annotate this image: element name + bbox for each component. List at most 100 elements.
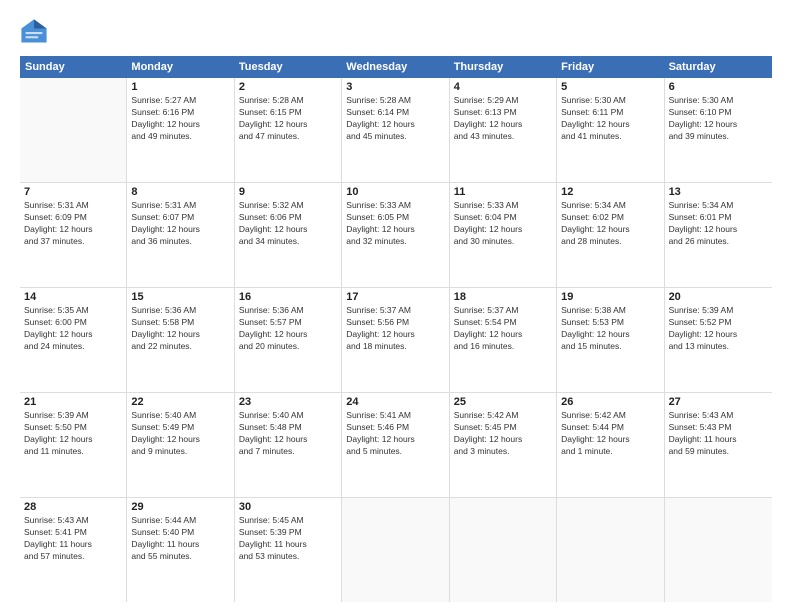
calendar-row-3: 21 Sunrise: 5:39 AM Sunset: 5:50 PM Dayli…	[20, 393, 772, 498]
day-info: Sunrise: 5:30 AM Sunset: 6:10 PM Dayligh…	[669, 95, 768, 143]
day-number: 7	[24, 186, 122, 198]
day-number: 18	[454, 291, 552, 303]
calendar-cell: 15 Sunrise: 5:36 AM Sunset: 5:58 PM Dayli…	[127, 288, 234, 392]
day-info: Sunrise: 5:34 AM Sunset: 6:01 PM Dayligh…	[669, 200, 768, 248]
calendar-cell: 8 Sunrise: 5:31 AM Sunset: 6:07 PM Daylig…	[127, 183, 234, 287]
header-tuesday: Tuesday	[235, 56, 342, 78]
day-info: Sunrise: 5:40 AM Sunset: 5:48 PM Dayligh…	[239, 410, 337, 458]
day-info: Sunrise: 5:36 AM Sunset: 5:57 PM Dayligh…	[239, 305, 337, 353]
day-info: Sunrise: 5:31 AM Sunset: 6:09 PM Dayligh…	[24, 200, 122, 248]
day-number: 29	[131, 501, 229, 513]
day-number: 10	[346, 186, 444, 198]
day-number: 26	[561, 396, 659, 408]
calendar-cell: 3Sunrise: 5:28 AM Sunset: 6:14 PM Daylig…	[342, 78, 449, 182]
calendar-cell: 18 Sunrise: 5:37 AM Sunset: 5:54 PM Dayli…	[450, 288, 557, 392]
header-sunday: Sunday	[20, 56, 127, 78]
day-info: Sunrise: 5:33 AM Sunset: 6:04 PM Dayligh…	[454, 200, 552, 248]
day-number: 12	[561, 186, 659, 198]
day-info: Sunrise: 5:44 AM Sunset: 5:40 PM Dayligh…	[131, 515, 229, 563]
day-number: 1	[131, 81, 229, 93]
calendar-cell: 9 Sunrise: 5:32 AM Sunset: 6:06 PM Daylig…	[235, 183, 342, 287]
day-number: 24	[346, 396, 444, 408]
calendar-cell: 7 Sunrise: 5:31 AM Sunset: 6:09 PM Daylig…	[20, 183, 127, 287]
day-info: Sunrise: 5:38 AM Sunset: 5:53 PM Dayligh…	[561, 305, 659, 353]
calendar-cell: 2Sunrise: 5:28 AM Sunset: 6:15 PM Daylig…	[235, 78, 342, 182]
day-info: Sunrise: 5:35 AM Sunset: 6:00 PM Dayligh…	[24, 305, 122, 353]
calendar-cell: 23 Sunrise: 5:40 AM Sunset: 5:48 PM Dayli…	[235, 393, 342, 497]
day-number: 23	[239, 396, 337, 408]
day-info: Sunrise: 5:36 AM Sunset: 5:58 PM Dayligh…	[131, 305, 229, 353]
day-info: Sunrise: 5:39 AM Sunset: 5:50 PM Dayligh…	[24, 410, 122, 458]
calendar-cell: 27 Sunrise: 5:43 AM Sunset: 5:43 PM Dayli…	[665, 393, 772, 497]
calendar-cell: 21 Sunrise: 5:39 AM Sunset: 5:50 PM Dayli…	[20, 393, 127, 497]
header-monday: Monday	[127, 56, 234, 78]
calendar-row-0: 1 Sunrise: 5:27 AM Sunset: 6:16 PM Daylig…	[20, 78, 772, 183]
day-info: Sunrise: 5:45 AM Sunset: 5:39 PM Dayligh…	[239, 515, 337, 563]
day-number: 16	[239, 291, 337, 303]
calendar-row-4: 28 Sunrise: 5:43 AM Sunset: 5:41 PM Dayli…	[20, 498, 772, 602]
calendar-cell: 11Sunrise: 5:33 AM Sunset: 6:04 PM Dayli…	[450, 183, 557, 287]
day-info: Sunrise: 5:42 AM Sunset: 5:45 PM Dayligh…	[454, 410, 552, 458]
header-wednesday: Wednesday	[342, 56, 449, 78]
day-info: Sunrise: 5:31 AM Sunset: 6:07 PM Dayligh…	[131, 200, 229, 248]
day-number: 14	[24, 291, 122, 303]
day-info: Sunrise: 5:37 AM Sunset: 5:56 PM Dayligh…	[346, 305, 444, 353]
day-number: 6	[669, 81, 768, 93]
calendar-cell: 26 Sunrise: 5:42 AM Sunset: 5:44 PM Dayli…	[557, 393, 664, 497]
header-saturday: Saturday	[665, 56, 772, 78]
calendar-cell: 10 Sunrise: 5:33 AM Sunset: 6:05 PM Dayli…	[342, 183, 449, 287]
calendar-cell: 14 Sunrise: 5:35 AM Sunset: 6:00 PM Dayli…	[20, 288, 127, 392]
day-info: Sunrise: 5:43 AM Sunset: 5:43 PM Dayligh…	[669, 410, 768, 458]
calendar-cell	[557, 498, 664, 602]
day-number: 15	[131, 291, 229, 303]
calendar-cell: 13 Sunrise: 5:34 AM Sunset: 6:01 PM Dayli…	[665, 183, 772, 287]
day-info: Sunrise: 5:28 AM Sunset: 6:15 PM Dayligh…	[239, 95, 337, 143]
day-number: 30	[239, 501, 337, 513]
calendar-body: 1 Sunrise: 5:27 AM Sunset: 6:16 PM Daylig…	[20, 78, 772, 602]
day-number: 19	[561, 291, 659, 303]
day-number: 28	[24, 501, 122, 513]
calendar-cell: 28 Sunrise: 5:43 AM Sunset: 5:41 PM Dayli…	[20, 498, 127, 602]
calendar-cell	[665, 498, 772, 602]
calendar-cell: 12 Sunrise: 5:34 AM Sunset: 6:02 PM Dayli…	[557, 183, 664, 287]
day-info: Sunrise: 5:42 AM Sunset: 5:44 PM Dayligh…	[561, 410, 659, 458]
logo-icon	[20, 18, 48, 46]
day-number: 27	[669, 396, 768, 408]
calendar-cell: 24Sunrise: 5:41 AM Sunset: 5:46 PM Dayli…	[342, 393, 449, 497]
calendar-row-2: 14 Sunrise: 5:35 AM Sunset: 6:00 PM Dayli…	[20, 288, 772, 393]
day-info: Sunrise: 5:32 AM Sunset: 6:06 PM Dayligh…	[239, 200, 337, 248]
page: Sunday Monday Tuesday Wednesday Thursday…	[0, 0, 792, 612]
day-info: Sunrise: 5:28 AM Sunset: 6:14 PM Dayligh…	[346, 95, 444, 143]
calendar-cell: 1 Sunrise: 5:27 AM Sunset: 6:16 PM Daylig…	[127, 78, 234, 182]
day-info: Sunrise: 5:30 AM Sunset: 6:11 PM Dayligh…	[561, 95, 659, 143]
day-info: Sunrise: 5:39 AM Sunset: 5:52 PM Dayligh…	[669, 305, 768, 353]
calendar-cell	[20, 78, 127, 182]
calendar-cell	[450, 498, 557, 602]
header-thursday: Thursday	[450, 56, 557, 78]
day-number: 25	[454, 396, 552, 408]
day-number: 21	[24, 396, 122, 408]
calendar-cell: 6 Sunrise: 5:30 AM Sunset: 6:10 PM Daylig…	[665, 78, 772, 182]
calendar-cell: 25 Sunrise: 5:42 AM Sunset: 5:45 PM Dayli…	[450, 393, 557, 497]
calendar-cell: 4Sunrise: 5:29 AM Sunset: 6:13 PM Daylig…	[450, 78, 557, 182]
day-number: 9	[239, 186, 337, 198]
day-number: 8	[131, 186, 229, 198]
day-info: Sunrise: 5:40 AM Sunset: 5:49 PM Dayligh…	[131, 410, 229, 458]
day-number: 20	[669, 291, 768, 303]
day-info: Sunrise: 5:43 AM Sunset: 5:41 PM Dayligh…	[24, 515, 122, 563]
day-number: 13	[669, 186, 768, 198]
header	[20, 18, 772, 46]
calendar-cell: 29 Sunrise: 5:44 AM Sunset: 5:40 PM Dayli…	[127, 498, 234, 602]
logo	[20, 18, 52, 46]
calendar-cell: 5Sunrise: 5:30 AM Sunset: 6:11 PM Daylig…	[557, 78, 664, 182]
day-info: Sunrise: 5:33 AM Sunset: 6:05 PM Dayligh…	[346, 200, 444, 248]
header-friday: Friday	[557, 56, 664, 78]
calendar-row-1: 7 Sunrise: 5:31 AM Sunset: 6:09 PM Daylig…	[20, 183, 772, 288]
calendar-cell: 19 Sunrise: 5:38 AM Sunset: 5:53 PM Dayli…	[557, 288, 664, 392]
day-info: Sunrise: 5:37 AM Sunset: 5:54 PM Dayligh…	[454, 305, 552, 353]
calendar-cell: 16 Sunrise: 5:36 AM Sunset: 5:57 PM Dayli…	[235, 288, 342, 392]
day-info: Sunrise: 5:34 AM Sunset: 6:02 PM Dayligh…	[561, 200, 659, 248]
day-info: Sunrise: 5:27 AM Sunset: 6:16 PM Dayligh…	[131, 95, 229, 143]
calendar-cell: 22Sunrise: 5:40 AM Sunset: 5:49 PM Dayli…	[127, 393, 234, 497]
day-info: Sunrise: 5:29 AM Sunset: 6:13 PM Dayligh…	[454, 95, 552, 143]
